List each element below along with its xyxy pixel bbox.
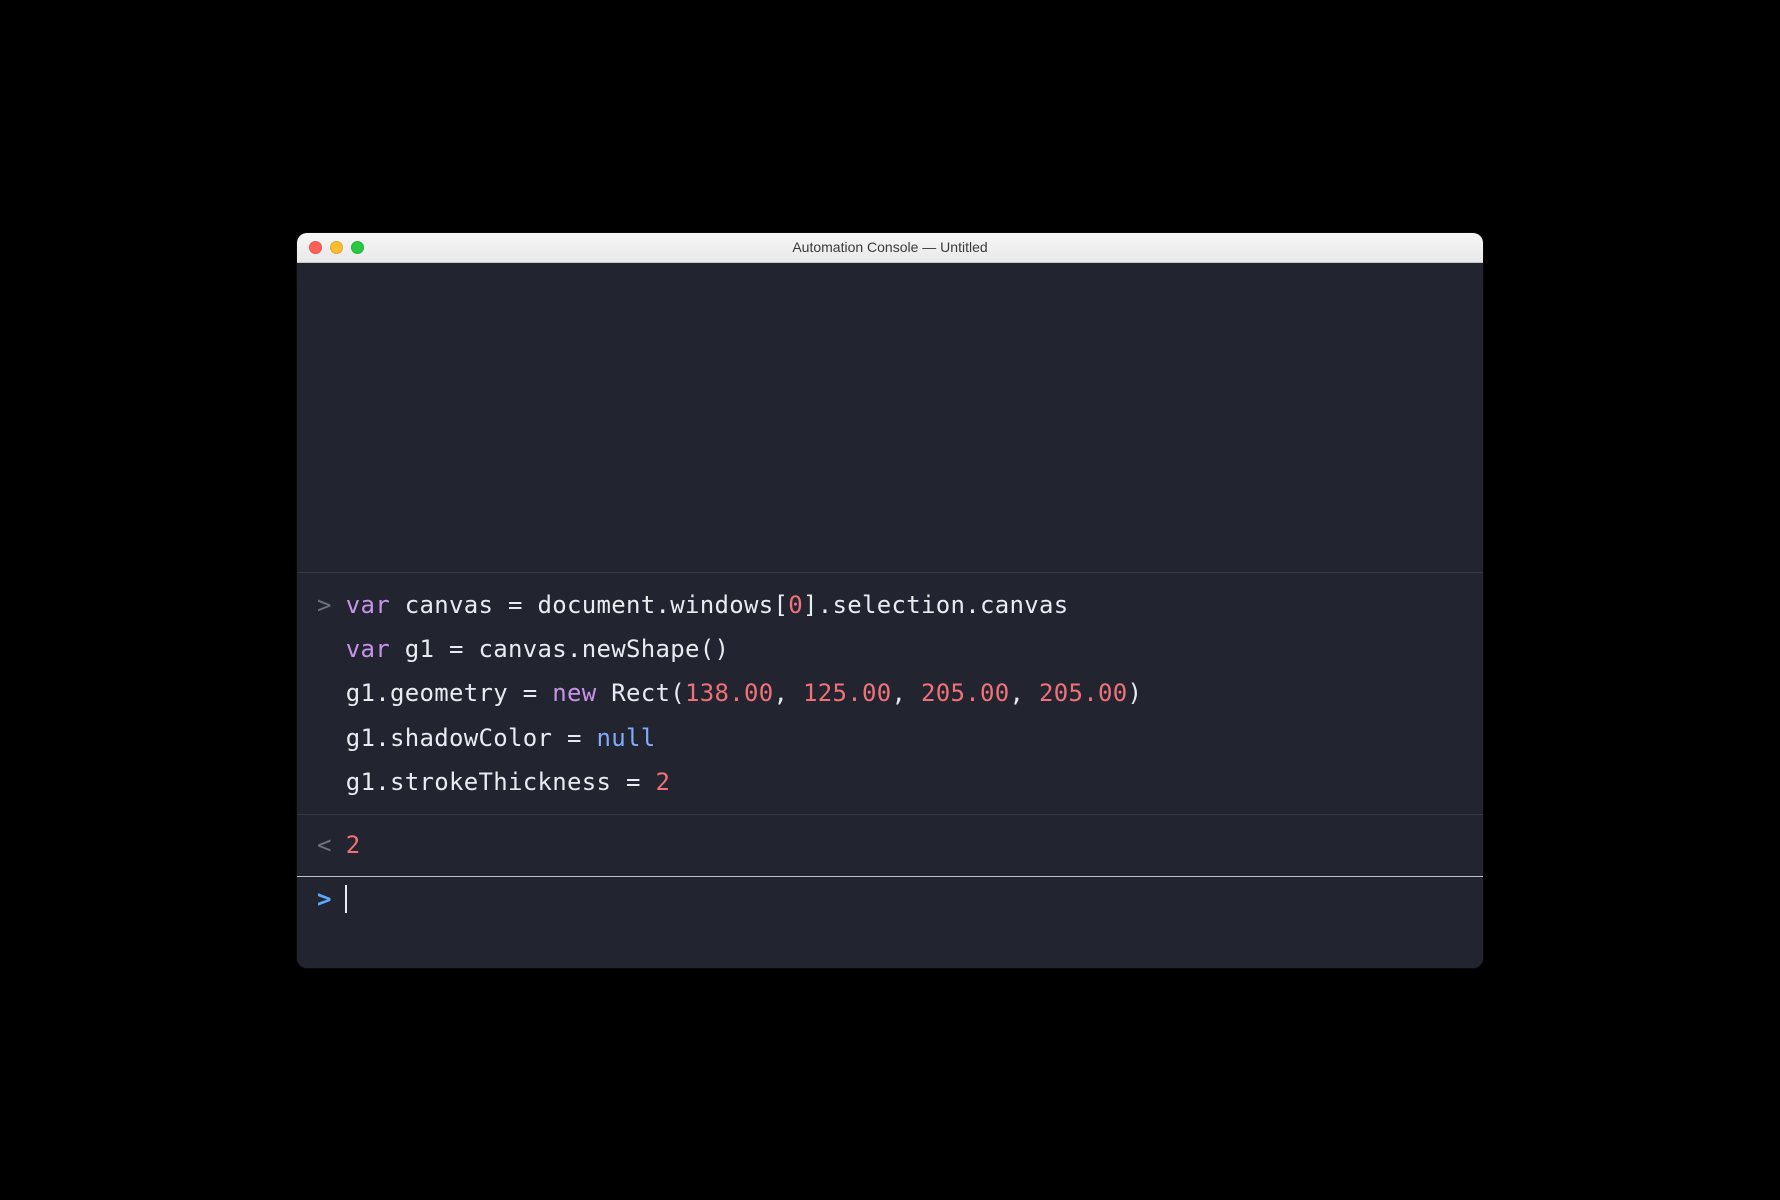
- minimize-button[interactable]: [330, 241, 343, 254]
- keyword-var: var: [346, 635, 390, 663]
- window-title: Automation Console — Untitled: [297, 239, 1483, 255]
- text-cursor-icon: [345, 885, 347, 913]
- console-window: Automation Console — Untitled >var canva…: [297, 233, 1483, 968]
- output-scrollback-area[interactable]: [297, 263, 1483, 573]
- traffic-lights: [309, 241, 364, 254]
- keyword-var: var: [346, 591, 390, 619]
- indent-spacer: [317, 716, 346, 760]
- titlebar[interactable]: Automation Console — Untitled: [297, 233, 1483, 263]
- code-line-1: >var canvas = document.windows[0].select…: [297, 583, 1483, 627]
- console-content: >var canvas = document.windows[0].select…: [297, 263, 1483, 968]
- keyword-new: new: [552, 679, 596, 707]
- identifier-g1: g1: [405, 635, 435, 663]
- code-line-4: g1.shadowColor = null: [297, 716, 1483, 760]
- code-line-2: var g1 = canvas.newShape(): [297, 627, 1483, 671]
- indent-spacer: [317, 627, 346, 671]
- close-button[interactable]: [309, 241, 322, 254]
- result-line: <2: [297, 823, 1483, 867]
- console-input-row[interactable]: >: [297, 877, 1483, 921]
- prompt-marker-icon: >: [317, 583, 346, 627]
- console-window-outer: Automation Console — Untitled >var canva…: [297, 233, 1483, 968]
- code-line-3: g1.geometry = new Rect(138.00, 125.00, 2…: [297, 671, 1483, 715]
- maximize-button[interactable]: [351, 241, 364, 254]
- result-marker-icon: <: [317, 823, 346, 867]
- indent-spacer: [317, 671, 346, 715]
- result-value: 2: [346, 831, 361, 859]
- code-line-5: g1.strokeThickness = 2: [297, 760, 1483, 804]
- console-result: <2: [297, 815, 1483, 876]
- input-prompt-icon: >: [297, 885, 343, 913]
- keyword-null: null: [597, 724, 656, 752]
- console-history-entry: >var canvas = document.windows[0].select…: [297, 573, 1483, 816]
- indent-spacer: [317, 760, 346, 804]
- identifier-canvas: canvas: [405, 591, 494, 619]
